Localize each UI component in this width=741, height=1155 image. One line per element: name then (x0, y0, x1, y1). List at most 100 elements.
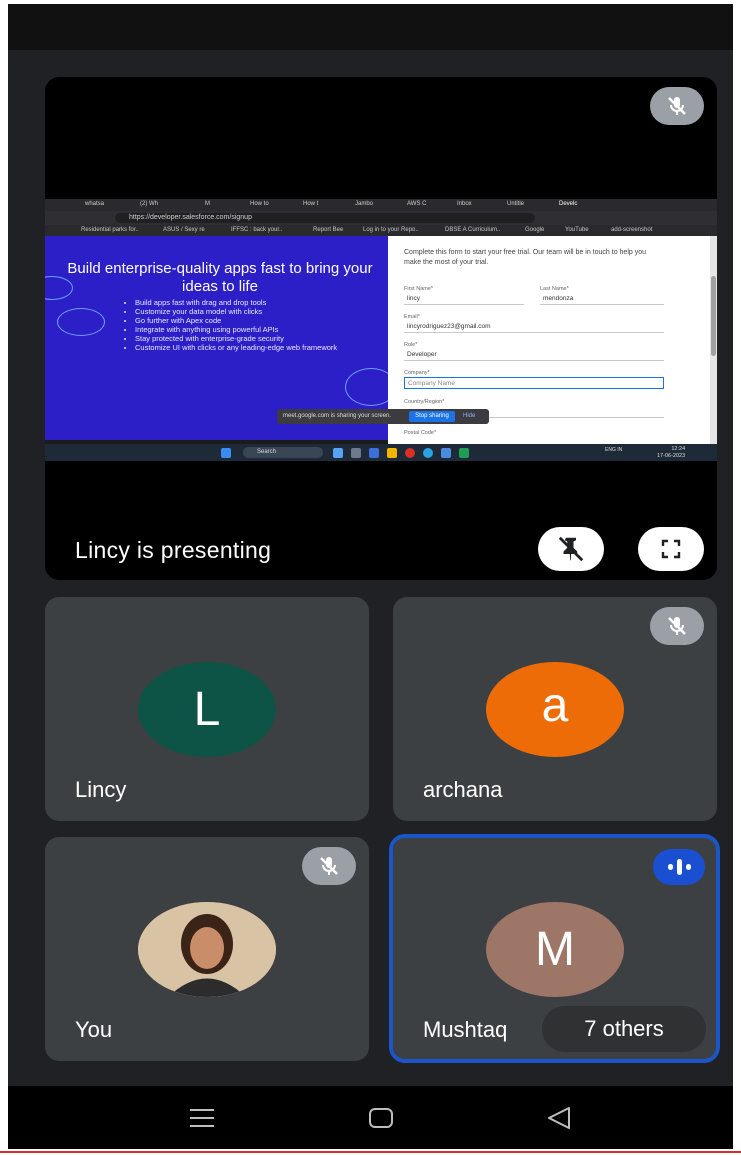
url-field: https://developer.salesforce.com/signup (115, 213, 535, 223)
back-icon[interactable] (546, 1106, 572, 1130)
speaking-indicator (653, 849, 705, 885)
postal-code-label: Postal Code* (404, 430, 437, 436)
participant-name: You (75, 1017, 113, 1042)
bookmark: IFFSC : back your.. (231, 227, 283, 233)
scrollbar-thumb (711, 276, 716, 356)
participant-mic-off-badge (302, 847, 356, 885)
role-label: Role* (404, 342, 418, 348)
form-intro: Complete this form to start your free tr… (404, 249, 646, 266)
unpin-icon (558, 536, 584, 562)
mic-off-icon (320, 857, 338, 875)
meet-call-screen: whatsa (2) Wh M How to How t Jambo AWS C… (8, 4, 733, 1149)
first-name-field: lincy (404, 293, 524, 305)
feature-item: Go further with Apex code (135, 316, 337, 325)
browser-tab: How to (250, 201, 269, 207)
country-label: Country/Region* (404, 399, 445, 405)
hide-button: Hide (463, 413, 476, 419)
taskbar-app-icon (351, 448, 361, 458)
audio-level-icon (667, 864, 673, 870)
android-nav-bar (8, 1086, 733, 1149)
browser-tab: (2) Wh (140, 201, 158, 207)
participant-tile-lincy[interactable]: L Lincy (45, 597, 369, 821)
taskbar-app-icon (405, 448, 415, 458)
taskbar-app-icon (369, 448, 379, 458)
bookmark: Report Bee (313, 227, 344, 233)
hero-title: Build enterprise-quality apps fast to br… (67, 260, 373, 295)
share-notice-text: meet.google.com is sharing your screen. (283, 413, 392, 419)
taskbar-search: Search (243, 447, 323, 458)
bookmark: YouTube (565, 227, 589, 233)
windows-start-icon (221, 448, 231, 458)
others-button[interactable]: 7 others (542, 1006, 706, 1052)
browser-tab: Inbox (457, 201, 472, 207)
browser-tab: M (205, 201, 210, 207)
browser-url-bar: https://developer.salesforce.com/signup (45, 211, 717, 225)
browser-tab: AWS C (407, 201, 427, 207)
audio-level-icon (676, 859, 682, 875)
browser-tab-bar: whatsa (2) Wh M How to How t Jambo AWS C… (45, 199, 717, 211)
participant-name: archana (423, 777, 503, 802)
bookmark: Google (525, 227, 545, 233)
unpin-button[interactable] (538, 527, 604, 571)
status-bar (8, 4, 733, 50)
participant-tile-archana[interactable]: a archana (393, 597, 717, 821)
last-name-label: Last Name* (540, 286, 569, 292)
first-name-label: First Name* (404, 286, 434, 292)
red-divider (0, 1151, 741, 1153)
taskbar-app-icon (333, 448, 343, 458)
participant-name: Lincy (75, 777, 127, 802)
company-field: Company Name (404, 377, 664, 389)
taskbar-app-icon (387, 448, 397, 458)
shared-screen: whatsa (2) Wh M How to How t Jambo AWS C… (45, 199, 717, 461)
taskbar-app-icon (441, 448, 451, 458)
bookmark: ASUS / Sexy re (163, 227, 205, 233)
tray-language: ENG IN (605, 447, 623, 453)
audio-level-icon (685, 864, 691, 870)
bookmark: Residential parks for.. (81, 227, 139, 233)
taskbar-app-icon (423, 448, 433, 458)
mic-off-icon (668, 97, 686, 115)
fullscreen-icon (661, 539, 681, 559)
feature-item: Customize UI with clicks or any leading-… (135, 343, 337, 352)
role-select: Developer (404, 349, 664, 361)
email-field: lincyrodriguez23@gmail.com (404, 321, 664, 333)
recent-apps-icon[interactable] (188, 1107, 216, 1129)
home-icon[interactable] (368, 1107, 394, 1129)
avatar: a (486, 662, 624, 757)
decorative-curve (57, 308, 105, 336)
mic-off-icon (668, 617, 686, 635)
clock-date: 17-06-2023 (657, 452, 686, 459)
browser-tab: Jambo (355, 201, 374, 207)
browser-tab: Untitle (507, 201, 525, 207)
bookmark: DBSE A Curriculum.. (445, 227, 501, 233)
taskbar-app-icon (459, 448, 469, 458)
participant-mic-off-badge (650, 607, 704, 645)
windows-taskbar: Search ENG IN 12:24 17-06-2023 (45, 444, 717, 461)
presenting-caption: Lincy is presenting (75, 537, 272, 563)
presentation-tile[interactable]: whatsa (2) Wh M How to How t Jambo AWS C… (45, 77, 717, 580)
fullscreen-button[interactable] (638, 527, 704, 571)
bookmarks-bar: Residential parks for.. ASUS / Sexy re I… (45, 225, 717, 236)
participant-tile-you[interactable]: You (45, 837, 369, 1061)
avatar: L (138, 662, 276, 757)
bookmark: Log in to your Repo.. (363, 227, 419, 233)
feature-item: Stay protected with enterprise-grade sec… (135, 334, 337, 343)
browser-tab: How t (303, 201, 319, 207)
profile-photo (138, 902, 276, 997)
stop-sharing-button: Stop sharing (409, 411, 455, 422)
taskbar-clock: 12:24 17-06-2023 (657, 446, 685, 459)
screen-share-notice: meet.google.com is sharing your screen. … (277, 409, 489, 424)
presentation-mic-off-badge (650, 87, 704, 125)
bookmark: add-screenshot (611, 227, 653, 233)
clock-time: 12:24 (671, 446, 686, 452)
email-label: Email* (404, 314, 420, 320)
feature-item: Build apps fast with drag and drop tools (135, 298, 337, 307)
feature-item: Customize your data model with clicks (135, 307, 337, 316)
feature-item: Integrate with anything using powerful A… (135, 325, 337, 334)
company-label: Company* (404, 370, 430, 376)
feature-list: Build apps fast with drag and drop tools… (125, 298, 337, 352)
last-name-field: mendonza (540, 293, 664, 305)
person-photo-icon (138, 902, 276, 997)
browser-tab: whatsa (85, 201, 105, 207)
page-scrollbar (710, 236, 717, 444)
